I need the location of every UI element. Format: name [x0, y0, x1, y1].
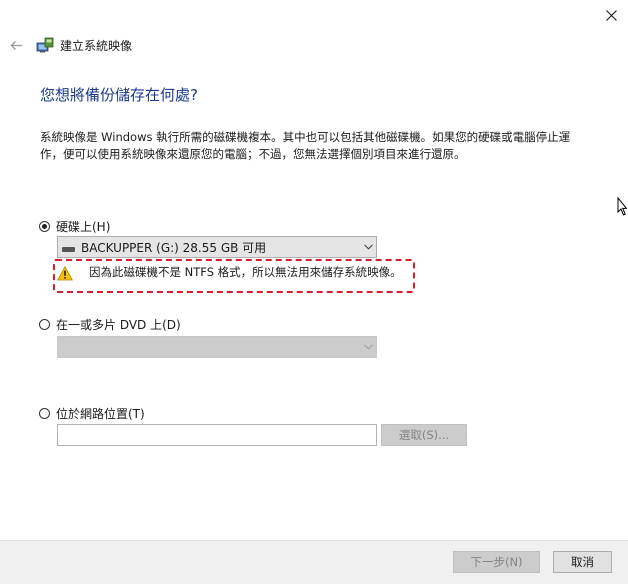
back-button[interactable]	[6, 36, 26, 54]
radio-hard-disk[interactable]: 硬碟上(H)	[39, 218, 110, 235]
page-heading: 您想將備份儲存在何處?	[40, 86, 198, 104]
ntfs-warning-text: 因為此磁碟機不是 NTFS 格式，所以無法用來儲存系統映像。	[89, 265, 402, 279]
radio-dot	[42, 224, 47, 229]
next-button: 下一步(N)	[453, 551, 540, 573]
radio-button-selected[interactable]	[39, 221, 50, 232]
mouse-cursor	[617, 196, 628, 217]
chevron-down-icon	[360, 244, 376, 250]
radio-button[interactable]	[39, 319, 50, 330]
selected-drive: BACKUPPER (G:) 28.55 GB 可用	[81, 240, 267, 255]
dvd-label: 在一或多片 DVD 上(D)	[56, 318, 181, 332]
network-label: 位於網路位置(T)	[56, 407, 145, 421]
radio-network[interactable]: 位於網路位置(T)	[39, 405, 145, 422]
drive-icon	[62, 246, 75, 252]
warning-icon	[57, 265, 73, 281]
close-icon	[605, 9, 617, 21]
hard-disk-dropdown[interactable]: BACKUPPER (G:) 28.55 GB 可用	[57, 236, 377, 258]
radio-button[interactable]	[39, 408, 50, 419]
back-arrow-icon	[10, 40, 22, 50]
chevron-down-icon	[360, 344, 376, 350]
window-title: 建立系統映像	[60, 39, 133, 53]
page-description: 系統映像是 Windows 執行所需的磁碟機複本。其中也可以包括其他磁碟機。如果…	[40, 130, 571, 161]
close-button[interactable]	[598, 4, 624, 26]
dvd-dropdown	[57, 336, 377, 358]
network-path-input[interactable]	[57, 424, 377, 446]
backup-app-icon	[36, 37, 54, 53]
cancel-button[interactable]: 取消	[553, 551, 612, 573]
radio-dvd[interactable]: 在一或多片 DVD 上(D)	[39, 316, 181, 333]
browse-button: 選取(S)...	[381, 424, 467, 446]
hard-disk-label: 硬碟上(H)	[56, 220, 111, 234]
